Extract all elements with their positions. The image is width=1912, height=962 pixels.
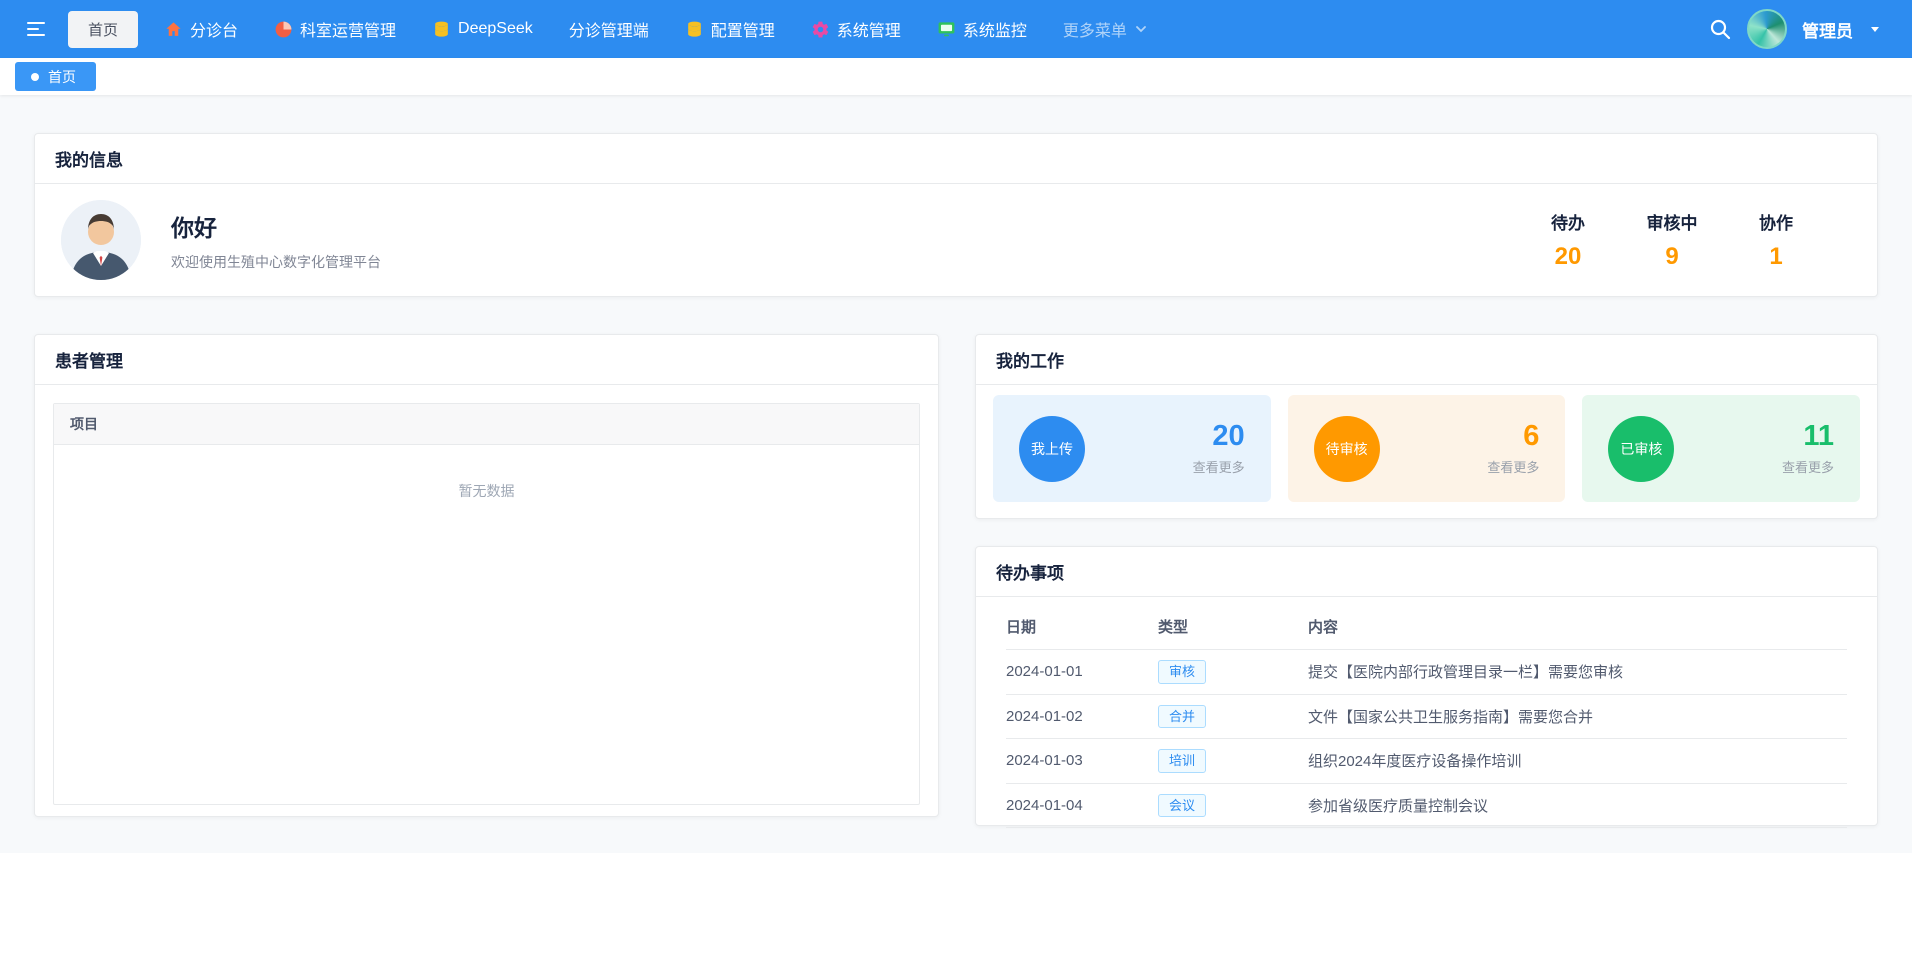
nav-item-dept-operations[interactable]: 科室运营管理 — [274, 17, 396, 41]
todo-row: 2024-01-02 合并 文件【国家公共卫生服务指南】需要您合并 — [1006, 694, 1847, 739]
chevron-down-icon — [1134, 22, 1148, 36]
todo-table: 日期 类型 内容 2024-01-01 审核 提交【医院内部行政管理目录一栏】需… — [1006, 603, 1847, 828]
patients-table: 项目 暂无数据 — [53, 403, 920, 805]
stat-pending[interactable]: 待办 20 — [1539, 209, 1597, 271]
pie-chart-icon — [274, 20, 293, 39]
todo-date: 2024-01-04 — [1006, 783, 1158, 828]
reviewed-count: 11 — [1782, 421, 1834, 453]
nav-item-label: 分诊管理端 — [569, 17, 649, 41]
profile-stats: 待办 20 审核中 9 协作 1 — [1539, 209, 1851, 271]
uploaded-count: 20 — [1193, 421, 1245, 453]
my-work-title: 我的工作 — [976, 335, 1877, 385]
todo-title: 待办事项 — [976, 547, 1877, 597]
nav-item-label: 分诊台 — [190, 17, 238, 41]
todo-type-tag: 审核 — [1158, 660, 1206, 684]
view-more-link[interactable]: 查看更多 — [1487, 457, 1539, 476]
empty-data-text: 暂无数据 — [54, 445, 919, 501]
view-more-link[interactable]: 查看更多 — [1193, 457, 1245, 476]
my-info-card: 我的信息 你好 欢迎使用生殖中心数字化管理平台 待办 20 — [34, 133, 1878, 297]
todo-content: 提交【医院内部行政管理目录一栏】需要您审核 — [1308, 650, 1847, 695]
work-stat-pending-review[interactable]: 待审核 6 查看更多 — [1288, 395, 1566, 502]
todo-content: 参加省级医疗质量控制会议 — [1308, 783, 1847, 828]
nav-item-system-monitor[interactable]: 系统监控 — [937, 17, 1027, 41]
uploaded-badge: 我上传 — [1019, 416, 1085, 482]
nav-item-label: 科室运营管理 — [300, 17, 396, 41]
nav-item-system-admin[interactable]: 系统管理 — [811, 17, 901, 41]
user-avatar[interactable] — [1747, 9, 1787, 49]
todo-col-content: 内容 — [1308, 603, 1847, 650]
gear-icon — [811, 20, 830, 39]
nav-item-more-menu[interactable]: 更多菜单 — [1063, 17, 1148, 41]
tab-label: 首页 — [48, 67, 76, 87]
nav-item-triage-admin[interactable]: 分诊管理端 — [569, 17, 649, 41]
greeting-text: 你好 — [171, 209, 1539, 243]
user-dropdown-chevron-icon[interactable] — [1868, 22, 1882, 36]
todo-col-type: 类型 — [1158, 603, 1308, 650]
stat-collaboration[interactable]: 协作 1 — [1747, 209, 1805, 271]
nav-item-deepseek[interactable]: DeepSeek — [432, 20, 533, 39]
my-work-card: 我的工作 我上传 20 查看更多 待审核 6 查看更多 — [975, 334, 1878, 519]
my-info-title: 我的信息 — [35, 134, 1877, 184]
tab-bar: 首页 — [0, 58, 1912, 95]
patient-management-card: 患者管理 项目 暂无数据 — [34, 334, 939, 817]
nav-item-label: DeepSeek — [458, 20, 533, 38]
todo-type-tag: 合并 — [1158, 705, 1206, 729]
nav-item-label: 系统监控 — [963, 17, 1027, 41]
patients-table-header: 项目 — [54, 404, 919, 445]
todo-date: 2024-01-01 — [1006, 650, 1158, 695]
patient-management-title: 患者管理 — [35, 335, 938, 385]
reviewed-badge: 已审核 — [1608, 416, 1674, 482]
stat-in-review[interactable]: 审核中 9 — [1643, 209, 1701, 271]
menu-toggle-icon[interactable] — [18, 11, 54, 47]
user-name[interactable]: 管理员 — [1802, 17, 1853, 42]
todo-col-date: 日期 — [1006, 603, 1158, 650]
todo-header-row: 日期 类型 内容 — [1006, 603, 1847, 650]
nav-item-label: 更多菜单 — [1063, 17, 1127, 41]
main-menu: 分诊台 科室运营管理 DeepSeek 分诊管 — [164, 17, 1148, 41]
welcome-subtitle: 欢迎使用生殖中心数字化管理平台 — [171, 252, 1539, 272]
todo-content: 文件【国家公共卫生服务指南】需要您合并 — [1308, 694, 1847, 739]
nav-item-config[interactable]: 配置管理 — [685, 17, 775, 41]
todo-type-tag: 会议 — [1158, 794, 1206, 818]
nav-item-label: 系统管理 — [837, 17, 901, 41]
search-icon[interactable] — [1708, 17, 1732, 41]
todo-row: 2024-01-01 审核 提交【医院内部行政管理目录一栏】需要您审核 — [1006, 650, 1847, 695]
pending-review-badge: 待审核 — [1314, 416, 1380, 482]
tab-home[interactable]: 首页 — [15, 62, 96, 91]
monitor-icon — [937, 20, 956, 39]
database-icon — [432, 20, 451, 39]
pending-review-count: 6 — [1487, 421, 1539, 453]
todo-row: 2024-01-03 培训 组织2024年度医疗设备操作培训 — [1006, 739, 1847, 784]
todo-date: 2024-01-02 — [1006, 694, 1158, 739]
nav-item-triage-desk[interactable]: 分诊台 — [164, 17, 238, 41]
top-navbar: 首页 分诊台 科室运营管理 — [0, 0, 1912, 58]
database-icon — [685, 20, 704, 39]
profile-avatar — [61, 200, 141, 280]
work-stat-reviewed[interactable]: 已审核 11 查看更多 — [1582, 395, 1860, 502]
todo-row: 2024-01-04 会议 参加省级医疗质量控制会议 — [1006, 783, 1847, 828]
todo-card: 待办事项 日期 类型 内容 2024-01-01 — [975, 546, 1878, 826]
home-icon — [164, 20, 183, 39]
tab-dot-icon — [31, 73, 39, 81]
todo-type-tag: 培训 — [1158, 749, 1206, 773]
home-button[interactable]: 首页 — [68, 11, 138, 48]
view-more-link[interactable]: 查看更多 — [1782, 457, 1834, 476]
work-stat-uploaded[interactable]: 我上传 20 查看更多 — [993, 395, 1271, 502]
todo-content: 组织2024年度医疗设备操作培训 — [1308, 739, 1847, 784]
content-area: 我的信息 你好 欢迎使用生殖中心数字化管理平台 待办 20 — [0, 95, 1912, 853]
todo-date: 2024-01-03 — [1006, 739, 1158, 784]
nav-item-label: 配置管理 — [711, 17, 775, 41]
